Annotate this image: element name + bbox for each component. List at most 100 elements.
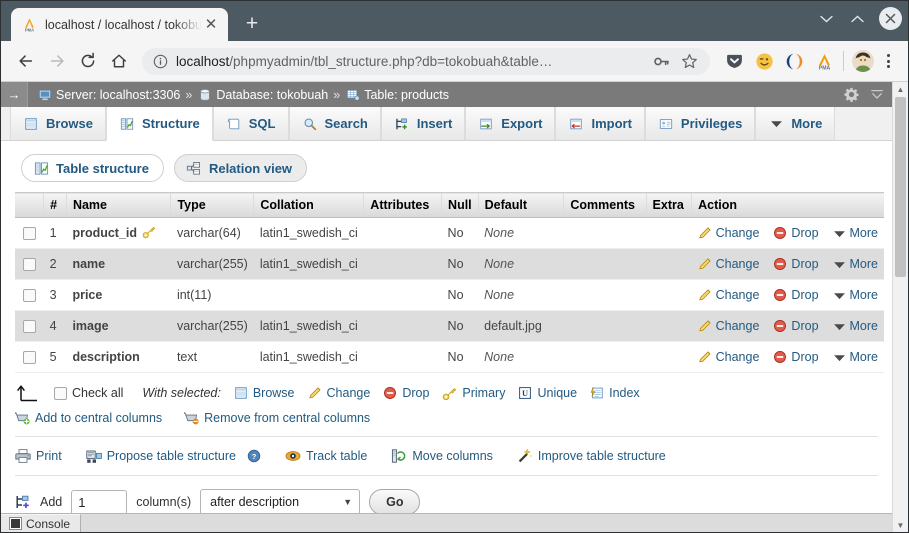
- back-button[interactable]: [11, 47, 40, 76]
- forward-button[interactable]: [42, 47, 71, 76]
- minimize-icon[interactable]: [817, 10, 835, 28]
- breadcrumb-server[interactable]: Server: localhost:3306: [37, 87, 180, 103]
- row-checkbox[interactable]: [23, 227, 36, 240]
- th-attributes[interactable]: Attributes: [364, 193, 442, 218]
- th-type[interactable]: Type: [171, 193, 254, 218]
- subtab-table-structure[interactable]: Table structure: [21, 154, 164, 182]
- drop-link[interactable]: Drop: [773, 350, 818, 364]
- pocket-icon[interactable]: [724, 51, 745, 72]
- scrollbar-thumb[interactable]: [895, 97, 906, 277]
- emoji-icon[interactable]: [754, 51, 775, 72]
- row-checkbox[interactable]: [23, 258, 36, 271]
- check-all-checkbox[interactable]: [54, 387, 67, 400]
- more-link[interactable]: More: [833, 226, 878, 240]
- password-key-icon[interactable]: [650, 50, 672, 72]
- console-toggle[interactable]: Console: [1, 514, 81, 533]
- subtab-relation-view[interactable]: Relation view: [174, 154, 307, 182]
- phpmyadmin-icon[interactable]: PMA: [814, 51, 835, 72]
- tab-import[interactable]: Import: [555, 107, 644, 140]
- address-bar[interactable]: localhost/phpmyadmin/tbl_structure.php?d…: [142, 48, 710, 75]
- scroll-up-arrow[interactable]: ▲: [897, 82, 905, 96]
- th-default[interactable]: Default: [478, 193, 564, 218]
- column-default-cell: None: [478, 218, 564, 249]
- add-to-central-columns-link[interactable]: Add to central columns: [15, 410, 162, 425]
- column-name: name: [66, 249, 171, 280]
- new-tab-button[interactable]: +: [237, 9, 267, 39]
- reload-button[interactable]: [73, 47, 102, 76]
- with-selected-unique[interactable]: UUnique: [518, 386, 577, 400]
- drop-link[interactable]: Drop: [773, 226, 818, 240]
- tab-export[interactable]: Export: [465, 107, 555, 140]
- with-selected-index-label: Index: [609, 386, 640, 400]
- maximize-icon[interactable]: [848, 10, 866, 28]
- th-number[interactable]: #: [44, 193, 67, 218]
- help-icon[interactable]: ?: [247, 449, 261, 463]
- move-columns-link[interactable]: Move columns: [391, 448, 493, 464]
- print-link[interactable]: Print: [15, 448, 62, 464]
- change-link[interactable]: Change: [698, 350, 760, 364]
- bookmark-star-icon[interactable]: [678, 50, 700, 72]
- scroll-down-arrow[interactable]: ▼: [897, 518, 905, 532]
- propose-table-structure-link[interactable]: Propose table structure?: [86, 448, 261, 464]
- avatar[interactable]: [852, 50, 874, 72]
- th-collation[interactable]: Collation: [254, 193, 364, 218]
- change-link[interactable]: Change: [698, 257, 760, 271]
- with-selected-drop[interactable]: Drop: [383, 386, 429, 400]
- check-all-control[interactable]: Check all: [54, 386, 123, 400]
- go-button[interactable]: Go: [369, 489, 420, 515]
- th-null[interactable]: Null: [442, 193, 479, 218]
- tab-more[interactable]: More: [755, 107, 835, 140]
- structure-icon: [33, 160, 49, 176]
- tab-privileges[interactable]: Privileges: [645, 107, 755, 140]
- with-selected-change[interactable]: Change: [308, 386, 371, 400]
- breadcrumb-database[interactable]: Database: tokobuah: [197, 87, 328, 103]
- remove-from-central-columns-link[interactable]: Remove from central columns: [184, 410, 370, 425]
- navigation-toggle-button[interactable]: →: [1, 82, 28, 107]
- th-comments[interactable]: Comments: [564, 193, 646, 218]
- tab-browse[interactable]: Browse: [10, 107, 106, 140]
- more-link[interactable]: More: [833, 350, 878, 364]
- th-name[interactable]: Name: [66, 193, 171, 218]
- improve-table-structure-link[interactable]: Improve table structure: [517, 448, 666, 464]
- tab-insert[interactable]: Insert: [381, 107, 465, 140]
- window-controls: [817, 7, 902, 30]
- drop-link[interactable]: Drop: [773, 288, 818, 302]
- browser-tab[interactable]: PMA localhost / localhost / tokobu ✕: [11, 8, 228, 41]
- settings-gear-icon[interactable]: [843, 87, 859, 103]
- change-link[interactable]: Change: [698, 288, 760, 302]
- tab-search[interactable]: Search: [289, 107, 381, 140]
- info-circle-icon[interactable]: [152, 53, 168, 69]
- row-number: 4: [44, 311, 67, 342]
- page-scrollbar[interactable]: ▲ ▼: [892, 82, 908, 532]
- drop-link[interactable]: Drop: [773, 257, 818, 271]
- with-selected-browse[interactable]: Browse: [234, 386, 295, 400]
- lastpass-icon[interactable]: [784, 51, 805, 72]
- column-position-select[interactable]: after description ▼: [200, 489, 360, 515]
- three-dot-menu[interactable]: [876, 49, 900, 73]
- row-checkbox[interactable]: [23, 320, 36, 333]
- with-selected-index[interactable]: Index: [590, 386, 640, 400]
- th-extra[interactable]: Extra: [646, 193, 692, 218]
- row-checkbox[interactable]: [23, 351, 36, 364]
- breadcrumb-table[interactable]: Table: products: [345, 87, 449, 103]
- more-link[interactable]: More: [833, 319, 878, 333]
- tab-structure[interactable]: Structure: [106, 107, 213, 141]
- privileges-icon: [658, 116, 674, 132]
- change-link[interactable]: Change: [698, 226, 760, 240]
- more-link-label: More: [850, 226, 878, 240]
- close-icon[interactable]: ✕: [202, 16, 220, 34]
- change-link[interactable]: Change: [698, 319, 760, 333]
- add-column-count-input[interactable]: [71, 490, 127, 515]
- more-link[interactable]: More: [833, 288, 878, 302]
- column-default: None: [484, 288, 514, 302]
- home-button[interactable]: [104, 47, 133, 76]
- window-close-icon[interactable]: [879, 7, 902, 30]
- track-table-link[interactable]: Track table: [285, 448, 367, 464]
- tab-sql[interactable]: SQL: [213, 107, 289, 140]
- column-extra: [646, 342, 692, 373]
- row-checkbox[interactable]: [23, 289, 36, 302]
- collapse-icon[interactable]: [869, 87, 885, 103]
- drop-link[interactable]: Drop: [773, 319, 818, 333]
- more-link[interactable]: More: [833, 257, 878, 271]
- with-selected-primary[interactable]: Primary: [442, 386, 505, 401]
